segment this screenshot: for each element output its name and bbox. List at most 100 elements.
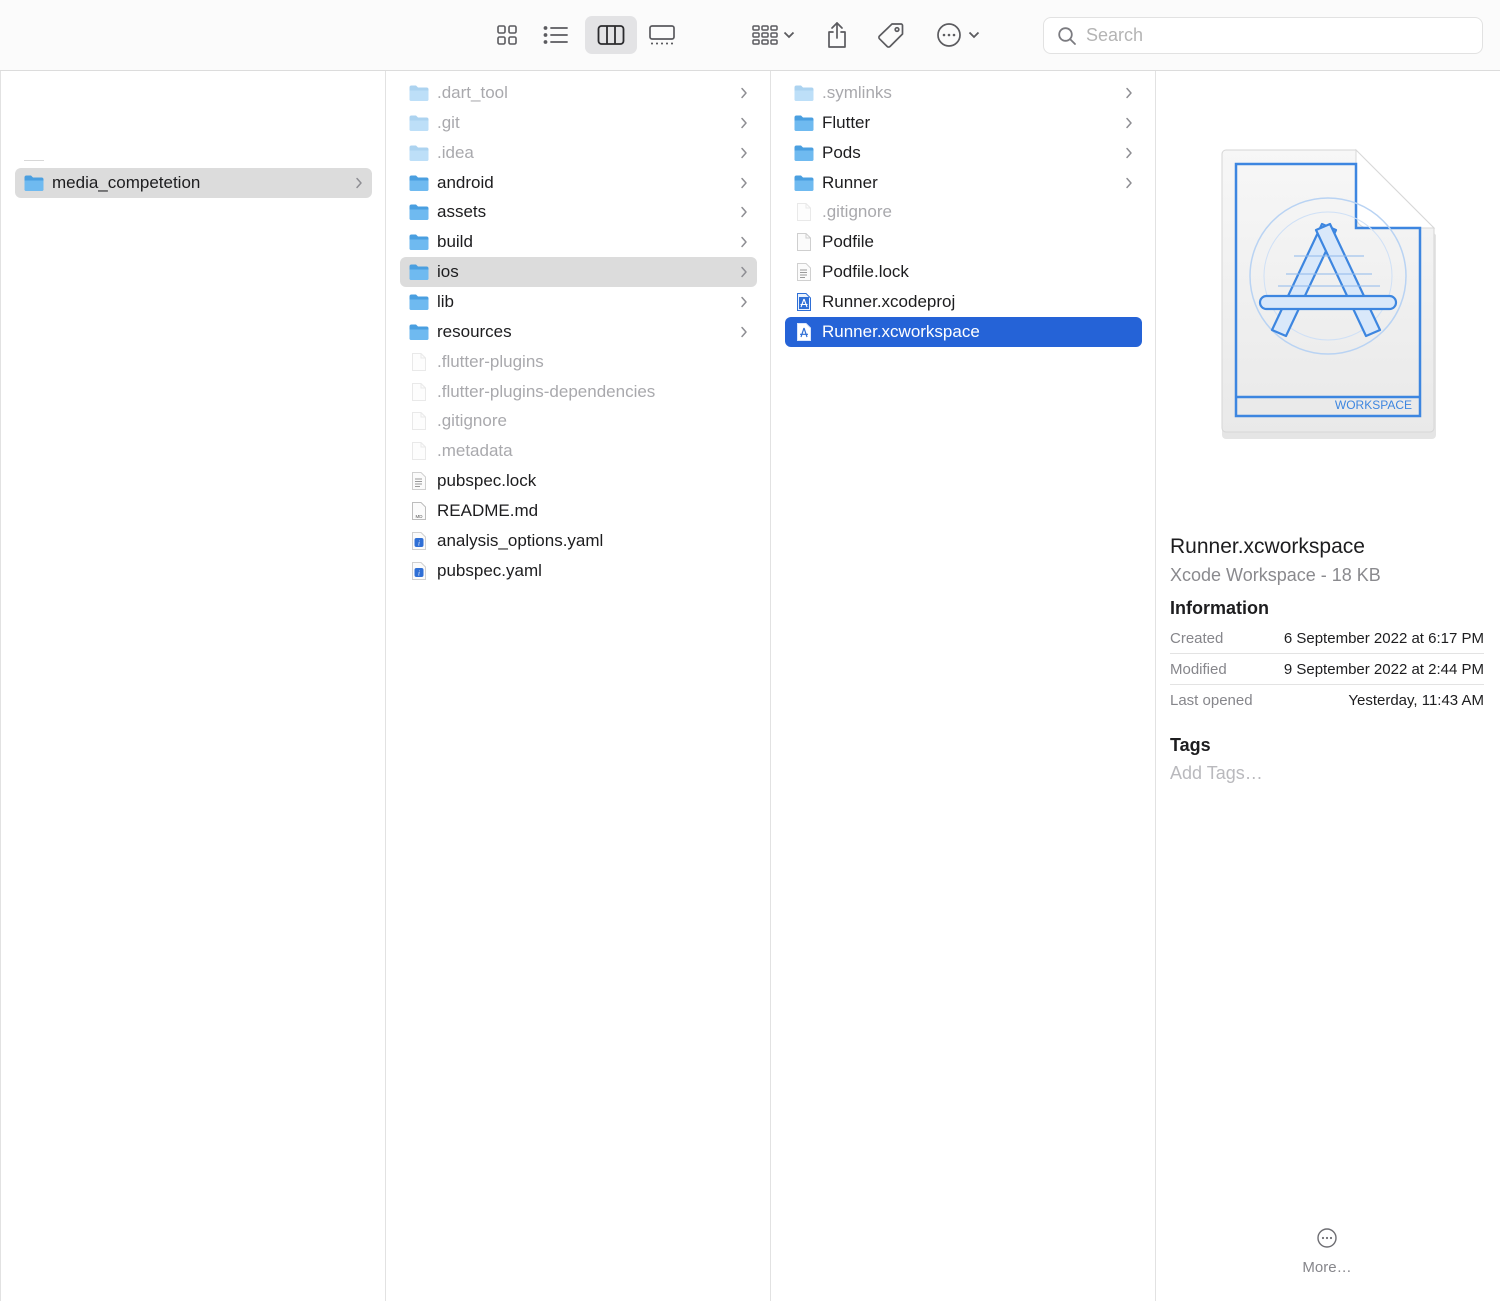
more-actions-button[interactable] xyxy=(930,16,986,54)
chevron-right-icon xyxy=(739,295,749,309)
group-by-button[interactable] xyxy=(745,16,801,54)
chevron-down-icon xyxy=(783,31,795,39)
info-value: 6 September 2022 at 6:17 PM xyxy=(1283,629,1484,647)
row-label: Runner xyxy=(822,172,878,192)
text-file-icon xyxy=(408,470,430,492)
folder-row-dart-tool[interactable]: .dart_tool xyxy=(400,78,757,108)
tags-heading: Tags xyxy=(1170,735,1211,755)
info-key: Last opened xyxy=(1170,692,1253,709)
file-row-flutter-plugins[interactable]: .flutter-plugins xyxy=(400,347,757,377)
row-label: README.md xyxy=(437,500,539,520)
ellipsis-circle-icon xyxy=(1317,1228,1337,1248)
row-label: media_competetion xyxy=(52,173,201,192)
folder-row-resources[interactable]: resources xyxy=(400,317,757,347)
gallery-view-icon xyxy=(649,25,675,45)
file-row-analysis-options-yaml[interactable]: i analysis_options.yaml xyxy=(400,526,757,556)
xcode-file-icon xyxy=(793,291,815,313)
workspace-badge: WORKSPACE xyxy=(1335,398,1412,412)
row-label: .git xyxy=(437,112,460,132)
search-input[interactable] xyxy=(1086,25,1466,46)
column-3[interactable]: .symlinks Flutter Pods Runner .gitignore Podf… xyxy=(771,71,1156,1301)
yaml-file-icon: i xyxy=(408,530,430,552)
folder-row-runner[interactable]: Runner xyxy=(785,168,1142,198)
share-button[interactable] xyxy=(818,16,856,54)
folder-icon xyxy=(793,142,815,164)
list-view-icon xyxy=(543,26,568,44)
row-label: assets xyxy=(437,202,487,222)
folder-icon xyxy=(408,142,430,164)
file-row-pubspec-yaml[interactable]: i pubspec.yaml xyxy=(400,556,757,586)
file-row-runner-xcodeproj[interactable]: Runner.xcodeproj xyxy=(785,287,1142,317)
file-row-gitignore[interactable]: .gitignore xyxy=(400,406,757,436)
file-file-icon xyxy=(408,440,430,462)
file-file-icon xyxy=(408,381,430,403)
info-row-created: Created 6 September 2022 at 6:17 PM xyxy=(1170,623,1484,654)
row-label: Pods xyxy=(822,142,861,162)
row-label: Flutter xyxy=(822,112,871,132)
folder-row-media-competetion[interactable]: media_competetion xyxy=(15,168,372,198)
group-grid-icon xyxy=(752,25,778,45)
folder-icon xyxy=(408,261,430,283)
folder-row-idea[interactable]: .idea xyxy=(400,138,757,168)
row-label: ios xyxy=(437,262,459,282)
row-label: .gitignore xyxy=(822,202,892,222)
icon-view-icon xyxy=(497,25,517,45)
chevron-down-icon xyxy=(968,31,980,39)
file-file-icon xyxy=(793,201,815,223)
add-tags-field[interactable]: Add Tags… xyxy=(1170,763,1263,784)
row-label: Podfile xyxy=(822,232,874,252)
folder-icon xyxy=(23,172,45,194)
file-row-metadata[interactable]: .metadata xyxy=(400,436,757,466)
row-label: build xyxy=(437,232,473,252)
preview-file-kind: Xcode Workspace - 18 KB xyxy=(1170,565,1381,585)
chevron-right-icon xyxy=(739,146,749,160)
chevron-right-icon xyxy=(739,205,749,219)
folder-row-git[interactable]: .git xyxy=(400,108,757,138)
chevron-right-icon xyxy=(1124,116,1134,130)
file-row-flutter-plugins-dependencies[interactable]: .flutter-plugins-dependencies xyxy=(400,377,757,407)
file-row-runner-xcworkspace[interactable]: Runner.xcworkspace xyxy=(785,316,1142,347)
search-field[interactable] xyxy=(1043,17,1483,54)
text-file-icon xyxy=(793,261,815,283)
ellipsis-circle-icon xyxy=(937,23,961,47)
more-label: More… xyxy=(1302,1259,1352,1276)
file-file-icon xyxy=(408,351,430,373)
folder-row-assets[interactable]: assets xyxy=(400,197,757,227)
chevron-right-icon xyxy=(739,235,749,249)
row-label: android xyxy=(437,172,494,192)
folder-row-flutter[interactable]: Flutter xyxy=(785,108,1142,138)
column-1[interactable]: media_competetion xyxy=(0,71,386,1301)
svg-text:i: i xyxy=(418,539,420,547)
icon-view-button[interactable] xyxy=(486,16,528,54)
row-label: resources xyxy=(437,321,512,341)
folder-row-pods[interactable]: Pods xyxy=(785,138,1142,168)
search-icon xyxy=(1058,26,1076,45)
row-label: Runner.xcworkspace xyxy=(822,321,980,341)
info-value: Yesterday, 11:43 AM xyxy=(1348,692,1484,709)
column-view-button[interactable] xyxy=(585,16,637,54)
column-2[interactable]: .dart_tool .git .idea android assets build ios… xyxy=(386,71,771,1301)
chevron-right-icon xyxy=(1124,146,1134,160)
file-row-podfile[interactable]: Podfile xyxy=(785,227,1142,257)
info-row-modified: Modified 9 September 2022 at 2:44 PM xyxy=(1170,654,1484,685)
file-row-readme-md[interactable]: MD README.md xyxy=(400,496,757,526)
chevron-right-icon xyxy=(354,176,364,190)
information-heading: Information xyxy=(1170,598,1269,618)
list-view-button[interactable] xyxy=(535,16,577,54)
folder-row-lib[interactable]: lib xyxy=(400,287,757,317)
folder-icon xyxy=(793,112,815,134)
file-row-pubspec-lock[interactable]: pubspec.lock xyxy=(400,466,757,496)
folder-icon xyxy=(408,321,430,343)
gallery-view-button[interactable] xyxy=(641,16,683,54)
folder-row-build[interactable]: build xyxy=(400,227,757,257)
more-button[interactable]: More… xyxy=(1296,1227,1358,1276)
file-row-gitignore[interactable]: .gitignore xyxy=(785,197,1142,227)
file-row-podfile-lock[interactable]: Podfile.lock xyxy=(785,257,1142,287)
share-icon xyxy=(828,22,846,48)
tag-button[interactable] xyxy=(871,16,911,54)
folder-row-ios[interactable]: ios xyxy=(400,257,757,288)
svg-text:MD: MD xyxy=(416,514,424,519)
folder-row-symlinks[interactable]: .symlinks xyxy=(785,78,1142,108)
folder-row-android[interactable]: android xyxy=(400,168,757,198)
row-label: .gitignore xyxy=(437,411,507,431)
